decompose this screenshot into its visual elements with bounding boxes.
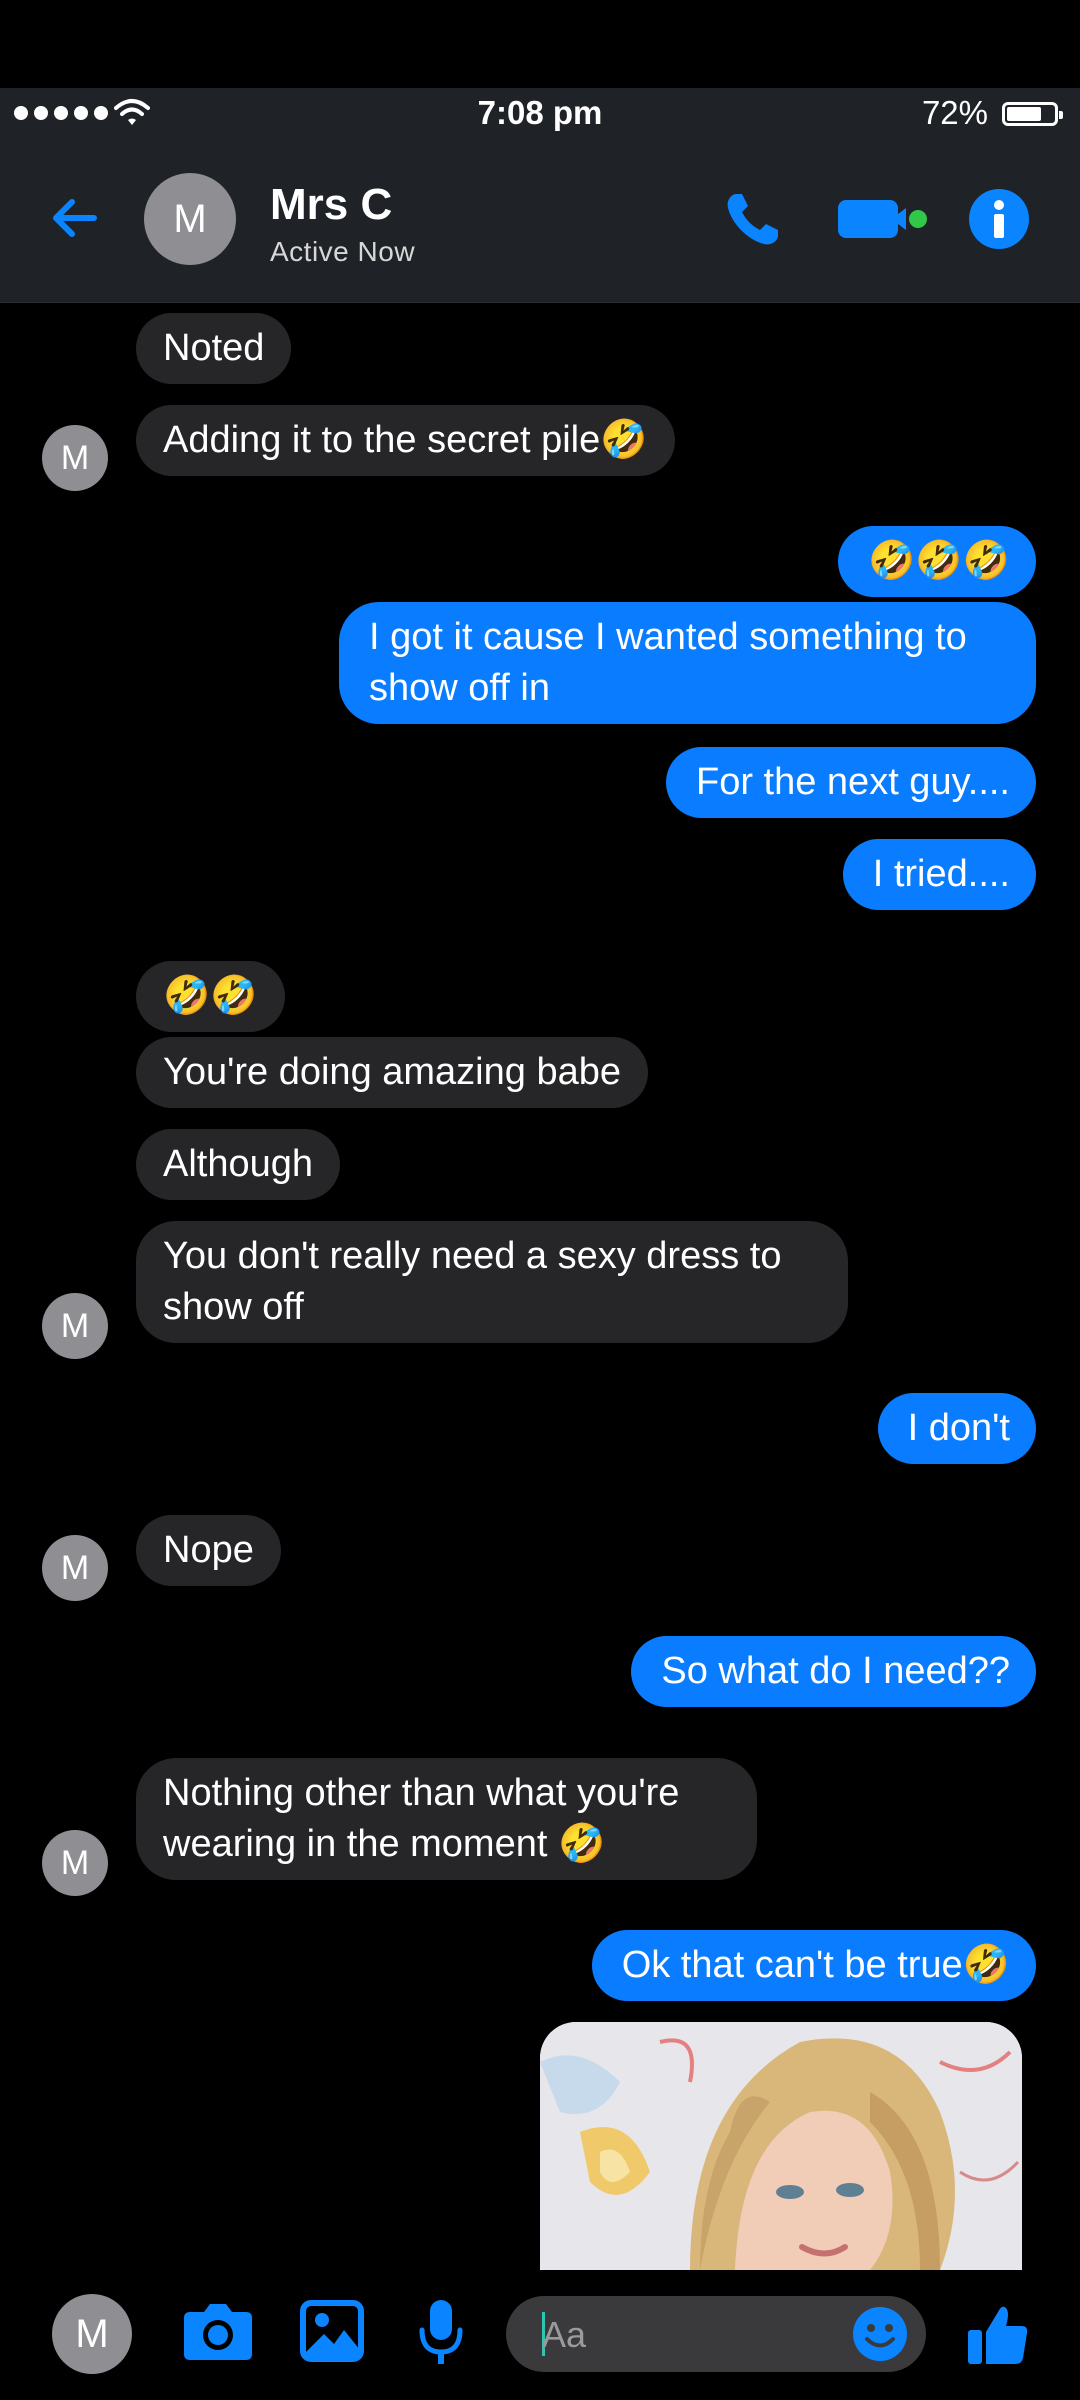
outgoing-message[interactable]: Ok that can't be true🤣 — [591, 1930, 1036, 2001]
contact-avatar-small: M — [42, 1293, 108, 1359]
contact-avatar-small: M — [42, 425, 108, 491]
back-arrow-icon[interactable] — [44, 188, 104, 248]
incoming-message[interactable]: Nope — [136, 1515, 281, 1586]
top-inset — [0, 0, 1080, 88]
camera-icon[interactable] — [182, 2298, 254, 2362]
outgoing-message[interactable]: I don't — [877, 1393, 1036, 1464]
incoming-message[interactable]: You're doing amazing babe — [136, 1037, 648, 1108]
message-input-box[interactable] — [506, 2296, 926, 2372]
contact-name[interactable]: Mrs C — [270, 180, 392, 230]
contact-avatar[interactable]: M — [144, 173, 236, 265]
image-icon[interactable] — [300, 2300, 364, 2362]
outgoing-message[interactable]: For the next guy.... — [665, 747, 1036, 818]
contact-avatar-small: M — [42, 1830, 108, 1896]
incoming-message[interactable]: Although — [136, 1129, 341, 1200]
own-avatar[interactable]: M — [52, 2294, 132, 2374]
message-composer: M — [0, 2270, 1080, 2400]
outgoing-message[interactable]: So what do I need?? — [631, 1636, 1036, 1707]
contact-avatar-small: M — [42, 1535, 108, 1601]
emoji-icon[interactable] — [852, 2306, 908, 2362]
incoming-message[interactable]: 🤣🤣 — [136, 961, 285, 1032]
battery-percentage: 72% — [921, 94, 988, 131]
status-bar: 7:08 pm 72% — [0, 88, 1080, 138]
outgoing-message[interactable]: I tried.... — [842, 839, 1036, 910]
clock: 7:08 pm — [477, 94, 603, 131]
photo-image — [540, 2022, 1022, 2270]
incoming-message[interactable]: You don't really need a sexy dress to sh… — [136, 1221, 848, 1343]
message-input[interactable] — [540, 2306, 844, 2364]
phone-icon[interactable] — [722, 190, 782, 250]
thumbs-up-icon[interactable] — [966, 2302, 1030, 2366]
outgoing-message[interactable]: I got it cause I wanted something to sho… — [339, 602, 1036, 724]
microphone-icon[interactable] — [416, 2298, 466, 2368]
battery-icon — [1002, 102, 1063, 126]
incoming-message[interactable]: Adding it to the secret pile🤣 — [136, 405, 675, 476]
conversation-header: M Mrs C Active Now — [0, 138, 1080, 303]
info-icon[interactable] — [968, 188, 1030, 250]
video-camera-icon[interactable] — [836, 194, 928, 244]
outgoing-message[interactable]: 🤣🤣🤣 — [838, 526, 1036, 597]
incoming-message[interactable]: Noted — [136, 313, 292, 384]
contact-status: Active Now — [270, 236, 416, 267]
photo-attachment[interactable] — [540, 2022, 1022, 2270]
incoming-message[interactable]: Nothing other than what you're wearing i… — [136, 1758, 757, 1880]
